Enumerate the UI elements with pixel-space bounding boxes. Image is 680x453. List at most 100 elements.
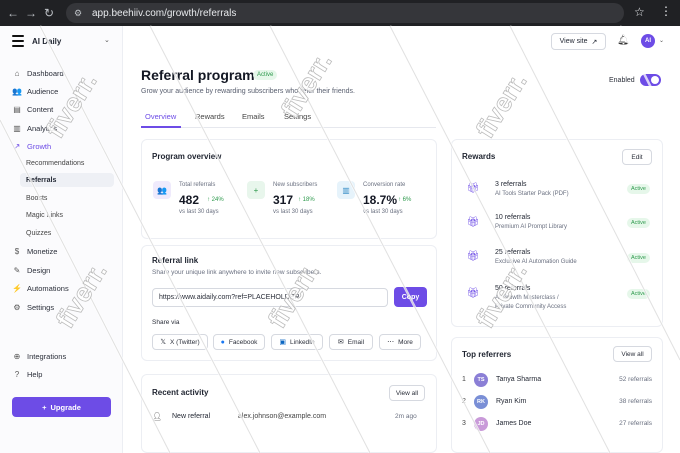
edit-rewards-button[interactable]: Edit xyxy=(622,149,652,165)
stat-label: Total referrals xyxy=(179,182,216,188)
stat-label: Conversion rate xyxy=(363,182,406,188)
referrer-count: 27 referrals xyxy=(619,420,652,427)
share-label: Email xyxy=(347,338,365,346)
page-title: Referral program xyxy=(141,67,255,83)
sidebar-item-design[interactable]: ✎ Design xyxy=(12,263,51,277)
sidebar-item-label: Audience xyxy=(27,86,59,96)
stat-change: ↑ 6% xyxy=(398,197,412,203)
browser-menu-icon[interactable]: ⋮ xyxy=(660,4,672,18)
tab-settings[interactable]: Settings xyxy=(284,112,311,121)
site-settings-icon[interactable]: ⚙ xyxy=(74,8,84,18)
share-facebook-button[interactable]: ● Facebook xyxy=(213,334,265,350)
status-badge: Active xyxy=(627,253,650,263)
sidebar-sub-referrals[interactable]: Referrals xyxy=(20,173,114,187)
sidebar-item-label: Content xyxy=(27,104,54,114)
user-plus-icon: + xyxy=(247,181,265,199)
sidebar-item-automations[interactable]: ⚡ Automations xyxy=(12,281,69,295)
tab-bar: Overview Rewards Emails Settings xyxy=(141,110,436,128)
status-badge: Active xyxy=(627,218,650,228)
mail-icon: ✉ xyxy=(337,339,344,346)
copy-button[interactable]: Copy xyxy=(394,287,427,307)
view-all-activity-button[interactable]: View all xyxy=(389,385,425,401)
reward-threshold: 3 referrals xyxy=(495,181,527,188)
sidebar-item-dashboard[interactable]: ⌂ Dashboard xyxy=(12,66,64,80)
card-title: Program overview xyxy=(152,152,222,161)
sidebar-sub-quizzes[interactable]: Quizzes xyxy=(26,226,51,240)
user-icon: 👤︎ xyxy=(152,412,163,421)
gear-icon: ⚙ xyxy=(13,302,21,312)
reward-description: AI Growth Masterclass / xyxy=(495,295,559,301)
status-badge: Active xyxy=(627,184,650,194)
sidebar-item-integrations[interactable]: ⊕ Integrations xyxy=(12,349,67,363)
sidebar-item-analytics[interactable]: ▥ Analytics xyxy=(12,121,57,135)
facebook-icon: ● xyxy=(220,338,225,346)
stat-value: 18.7% xyxy=(363,193,398,207)
share-linkedin-button[interactable]: ▣ LinkedIn xyxy=(271,334,323,350)
share-more-button[interactable]: ⋯ More xyxy=(379,334,421,350)
sidebar-sub-recommendations[interactable]: Recommendations xyxy=(26,156,84,170)
card-title: Rewards xyxy=(462,152,496,161)
tab-emails[interactable]: Emails xyxy=(242,112,265,121)
chart-icon: ▥ xyxy=(13,123,21,133)
workspace-switcher[interactable]: AI Daily xyxy=(12,35,61,47)
sidebar-item-label: Dashboard xyxy=(27,68,64,78)
sidebar-sub-magic-links[interactable]: Magic Links xyxy=(26,208,63,222)
growth-icon: ↗ xyxy=(13,141,21,151)
sidebar-item-audience[interactable]: 👥 Audience xyxy=(12,84,58,98)
sidebar-item-monetize[interactable]: $ Monetize xyxy=(12,244,58,258)
active-tab-indicator xyxy=(141,126,181,128)
bell-icon[interactable]: 🔔︎ xyxy=(617,35,630,46)
sidebar-sub-boosts[interactable]: Boosts xyxy=(26,191,47,205)
reward-description: Private Community Access xyxy=(495,304,567,310)
forward-arrow-icon[interactable]: → xyxy=(22,4,40,22)
sidebar-item-label: Design xyxy=(27,265,51,275)
referrer-count: 52 referrals xyxy=(619,376,652,383)
view-all-referrers-button[interactable]: View all xyxy=(613,346,652,362)
upgrade-label: Upgrade xyxy=(50,402,81,412)
stat-value: 482 xyxy=(179,193,200,207)
referral-link-description: Share your unique link anywhere to invit… xyxy=(152,269,322,276)
sidebar-item-growth[interactable]: ↗ Growth xyxy=(12,139,52,153)
share-email-button[interactable]: ✉ Email xyxy=(329,334,373,350)
help-icon: ? xyxy=(14,369,20,379)
plus-icon: + xyxy=(42,402,47,412)
gift-icon: 🎁︎ xyxy=(466,216,480,228)
linkedin-icon: ▣ xyxy=(279,339,287,346)
activity-label: New referral xyxy=(172,413,211,420)
bolt-icon: ⚡ xyxy=(12,283,22,293)
back-arrow-icon[interactable]: ← xyxy=(4,4,22,22)
upgrade-button[interactable]: + Upgrade xyxy=(12,397,111,417)
users-icon: 👥 xyxy=(153,181,171,199)
tab-rewards[interactable]: Rewards xyxy=(195,112,225,121)
enabled-label: Enabled xyxy=(609,77,635,84)
sidebar-item-settings[interactable]: ⚙ Settings xyxy=(12,300,54,314)
stat-change: ↑ 18% xyxy=(298,197,315,203)
gift-icon: 🎁︎ xyxy=(466,287,480,299)
stat-change: ↑ 24% xyxy=(207,197,224,203)
address-bar[interactable]: ⚙ app.beehiiv.com/growth/referrals xyxy=(66,3,624,23)
view-site-label: View site xyxy=(559,38,588,45)
share-twitter-button[interactable]: 𝕏 X (Twitter) xyxy=(152,334,208,350)
sidebar-item-help[interactable]: ? Help xyxy=(12,367,43,381)
sidebar-item-label: Settings xyxy=(27,302,55,312)
chevron-down-icon[interactable]: ⌄ xyxy=(659,37,664,44)
referrer-rank: 1 xyxy=(462,376,466,383)
view-site-button[interactable]: View site ↗ xyxy=(551,33,606,50)
users-icon: 👥 xyxy=(12,86,22,96)
chevron-down-icon[interactable]: ⌄ xyxy=(104,36,110,44)
activity-email: alex.johnson@example.com xyxy=(238,413,327,420)
enabled-toggle[interactable] xyxy=(640,74,661,86)
watermark-text: fiverr. xyxy=(470,67,533,143)
bookmark-star-icon[interactable]: ☆ xyxy=(634,5,645,19)
referral-link-field[interactable]: https://www.aidaily.com?ref=PLACEHOLDER xyxy=(152,288,388,307)
sidebar-item-content[interactable]: ▤ Content xyxy=(12,102,53,116)
share-via-label: Share via xyxy=(152,319,180,326)
reward-threshold: 10 referrals xyxy=(495,214,531,221)
sidebar-item-label: Automations xyxy=(27,283,69,293)
avatar[interactable]: AI xyxy=(641,34,655,48)
stat-sub: vs last 30 days xyxy=(363,209,403,215)
reload-icon[interactable]: ↻ xyxy=(40,4,58,22)
browser-toolbar: ← → ↻ ⚙ app.beehiiv.com/growth/referrals… xyxy=(0,0,680,26)
x-logo-icon: 𝕏 xyxy=(160,339,166,346)
tab-overview[interactable]: Overview xyxy=(145,112,176,121)
